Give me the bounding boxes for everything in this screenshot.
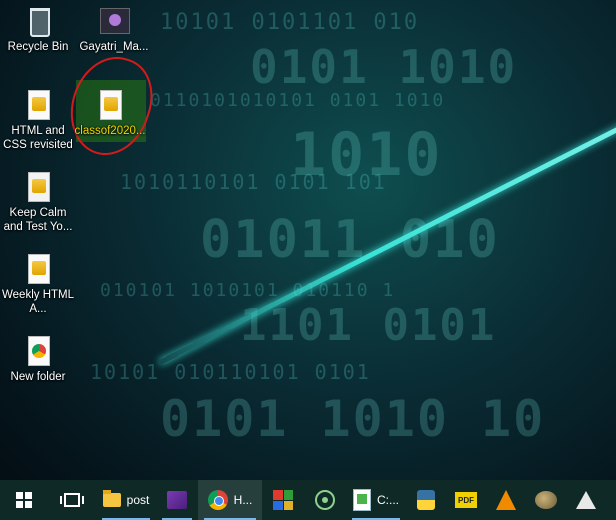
document-icon xyxy=(94,88,126,120)
gimp-icon xyxy=(535,491,557,509)
chrome-document-icon xyxy=(22,334,54,366)
wallpaper-binary: 1101 0101 xyxy=(240,300,497,351)
vlc-icon xyxy=(496,490,516,510)
wallpaper-binary: 10101 010110101 0101 xyxy=(90,360,371,384)
tiles-app-icon xyxy=(273,490,293,510)
desktop-icon-label: Weekly HTML A... xyxy=(2,289,74,315)
wallpaper-binary: 1010110101 0101 101 xyxy=(120,170,387,194)
document-icon xyxy=(22,88,54,120)
windows-start-icon xyxy=(16,492,32,508)
taskbar-chrome[interactable]: H... xyxy=(198,480,262,520)
ebook-icon xyxy=(167,491,187,509)
taskbar-gimp[interactable] xyxy=(526,480,566,520)
task-view-button[interactable] xyxy=(48,480,96,520)
taskbar-notepad[interactable]: C:... xyxy=(346,480,406,520)
document-icon xyxy=(22,252,54,284)
chrome-icon xyxy=(207,490,228,510)
folder-icon xyxy=(102,490,121,507)
desktop-icon-label: Keep Calm and Test Yo... xyxy=(3,207,73,233)
wallpaper-binary: 0110101010101 0101 1010 xyxy=(150,90,446,111)
wallpaper-light-beam xyxy=(158,106,616,365)
python-icon xyxy=(417,490,435,510)
taskbar-atom[interactable] xyxy=(304,480,346,520)
wallpaper-binary: 010101 1010101 010110 1 xyxy=(100,280,396,301)
desktop-icon-weekly-html[interactable]: Weekly HTML A... xyxy=(0,252,76,316)
wallpaper-binary: 0101 1010 10 xyxy=(160,390,546,448)
taskbar-inkscape[interactable] xyxy=(566,480,606,520)
taskbar-file-explorer[interactable]: post xyxy=(96,480,156,520)
desktop-icon-keep-calm[interactable]: Keep Calm and Test Yo... xyxy=(0,170,76,234)
desktop-icon-recycle-bin[interactable]: Recycle Bin xyxy=(0,4,76,54)
desktop-icon-label: New folder xyxy=(10,371,66,383)
document-icon xyxy=(22,170,54,202)
taskbar-python[interactable] xyxy=(406,480,446,520)
desktop-icon-label: Gayatri_Ma... xyxy=(79,41,149,53)
taskbar-tiles-app[interactable] xyxy=(262,480,304,520)
wallpaper-binary: 10101 0101101 010 xyxy=(160,10,420,35)
desktop-icon-html-css[interactable]: HTML and CSS revisited xyxy=(0,88,76,152)
taskbar-ebook-reader[interactable] xyxy=(156,480,198,520)
wallpaper-binary: 1010 xyxy=(290,120,443,190)
atom-icon xyxy=(315,490,335,510)
taskbar-item-label: C:... xyxy=(376,493,399,507)
desktop-icon-gayatri[interactable]: Gayatri_Ma... xyxy=(72,4,156,54)
wallpaper-binary: 0101 1010 xyxy=(250,40,518,94)
taskbar-item-label: H... xyxy=(233,493,253,507)
notepad-icon xyxy=(352,489,371,511)
desktop-icon-label: classof2020... xyxy=(74,125,146,137)
pdf-icon: PDF xyxy=(455,492,477,508)
desktop-icon-label: Recycle Bin xyxy=(7,41,69,53)
task-view-icon xyxy=(60,493,84,507)
wallpaper-binary: 01011 010 xyxy=(200,210,500,270)
taskbar-item-label: post xyxy=(126,493,150,507)
desktop-icon-classof2020[interactable]: classof2020... xyxy=(72,88,148,138)
taskbar-pdf-reader[interactable]: PDF xyxy=(446,480,486,520)
start-button[interactable] xyxy=(0,480,48,520)
desktop-icon-label: HTML and CSS revisited xyxy=(3,125,73,151)
inkscape-icon xyxy=(576,491,596,509)
desktop[interactable]: 10101 0101101 010 0101 1010 011010101010… xyxy=(0,0,616,520)
taskbar: post H... C:... PDF xyxy=(0,480,616,520)
app-shortcut-icon xyxy=(98,4,130,36)
desktop-icon-new-folder[interactable]: New folder xyxy=(0,334,76,384)
recycle-bin-icon xyxy=(22,4,54,37)
taskbar-vlc[interactable] xyxy=(486,480,526,520)
